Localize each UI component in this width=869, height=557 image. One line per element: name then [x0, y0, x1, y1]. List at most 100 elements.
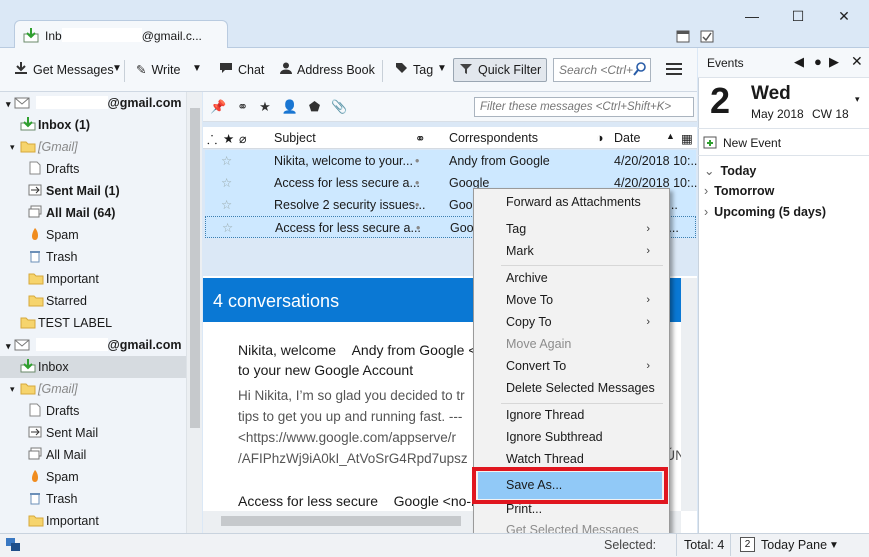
junk-column-icon[interactable]: ◑ — [596, 131, 604, 145]
menu-item-ignore-thread[interactable]: Ignore Thread — [478, 407, 662, 427]
read-status-icon[interactable]: • — [416, 217, 420, 239]
folder-item[interactable]: Trash — [0, 246, 186, 268]
conv1-subject[interactable]: Nikita, welcome Andy from Google < — [238, 342, 477, 358]
read-status-icon[interactable]: • — [415, 172, 419, 194]
folder-item[interactable]: Important — [0, 268, 186, 290]
search-placeholder: Search <Ctrl+ — [559, 63, 634, 77]
online-status-icon[interactable] — [5, 537, 21, 556]
folder-icon — [28, 468, 46, 490]
thread-column-icon[interactable]: ⸫ — [207, 131, 217, 148]
account-icon — [14, 338, 32, 352]
expand-icon[interactable]: ▾ — [10, 378, 15, 400]
correspondents-column[interactable]: Correspondents — [449, 131, 538, 145]
date-column[interactable]: Date — [614, 131, 640, 145]
folder-label: All Mail (64) — [46, 206, 116, 220]
search-input[interactable]: Search <Ctrl+ — [553, 58, 651, 82]
menu-item-label: Convert To — [506, 359, 567, 373]
tasks-tab-icon[interactable] — [700, 29, 714, 46]
menu-item-tag[interactable]: Tag › — [478, 221, 662, 241]
filter-messages-input[interactable]: Filter these messages <Ctrl+Shift+K> — [474, 97, 694, 117]
folder-item[interactable]: Spam — [0, 224, 186, 246]
minimize-button[interactable]: — — [740, 8, 764, 28]
close-pane-icon[interactable]: ✕ — [851, 53, 863, 70]
folder-item[interactable]: [Gmail] ▾ — [0, 136, 186, 158]
folder-item[interactable]: Spam — [0, 466, 186, 488]
folder-scrollbar[interactable] — [186, 92, 202, 533]
attachment-column-icon[interactable]: ⌀ — [239, 131, 247, 146]
expand-icon[interactable]: ▾ — [10, 136, 15, 158]
next-day-icon[interactable]: ▶ — [829, 54, 839, 70]
star-icon[interactable]: ☆ — [221, 150, 232, 172]
folder-item[interactable]: Starred — [0, 290, 186, 312]
column-picker-icon[interactable]: ▦ — [681, 131, 693, 146]
menu-item-mark[interactable]: Mark › — [478, 243, 662, 263]
get-messages-button[interactable]: Get Messages — [10, 59, 118, 81]
today-pane-dropdown-icon[interactable]: ▼ — [829, 540, 839, 551]
folder-item[interactable]: Important — [0, 510, 186, 532]
message-row[interactable]: ☆ Nikita, welcome to your... • Andy from Go… — [205, 150, 701, 172]
folder-item[interactable]: All Mail (64) — [0, 202, 186, 224]
folder-item[interactable]: TEST LABEL — [0, 312, 186, 334]
close-window-button[interactable]: ✕ — [832, 8, 856, 28]
chat-button[interactable]: Chat — [215, 59, 268, 81]
star-column-icon[interactable]: ★ — [223, 131, 234, 146]
agenda-section[interactable]: ⌄ Today — [704, 163, 756, 178]
folder-item[interactable]: Sent Mail — [0, 422, 186, 444]
menu-item-delete-selected-messages[interactable]: Delete Selected Messages — [478, 380, 662, 400]
tag-dropdown-icon[interactable]: ▼ — [437, 63, 447, 74]
folder-item[interactable]: [Gmail] ▾ — [0, 378, 186, 400]
account-row[interactable]: ▾ @gmail.com — [0, 334, 186, 356]
write-button[interactable]: ✎ Write — [132, 59, 184, 81]
conv2-subject[interactable]: Access for less secure Google <no-r — [238, 493, 476, 509]
new-event-button[interactable]: New Event — [698, 128, 869, 156]
message-from: Andy from Google — [449, 154, 550, 168]
star-icon[interactable]: ☆ — [222, 217, 233, 239]
folder-item[interactable]: All Mail — [0, 444, 186, 466]
menu-item-move-to[interactable]: Move To › — [478, 292, 662, 312]
calendar-tab-icon[interactable] — [676, 29, 690, 46]
filter-toggle-icons[interactable]: 📌⚭★👤⬟📎 — [210, 99, 358, 115]
read-status-icon[interactable]: • — [415, 194, 419, 216]
menu-item-convert-to[interactable]: Convert To › — [478, 358, 662, 378]
read-status-icon[interactable]: • — [415, 150, 419, 172]
get-messages-dropdown-icon[interactable]: ▼ — [112, 63, 122, 74]
quick-filter-button[interactable]: Quick Filter — [453, 58, 547, 82]
agenda-section[interactable]: › Upcoming (5 days) — [704, 205, 826, 219]
account-row[interactable]: ▾ @gmail.com — [0, 92, 186, 114]
today-pane-toggle[interactable]: Today Pane — [761, 538, 827, 552]
date-dropdown-icon[interactable]: ▾ — [855, 94, 860, 105]
star-icon[interactable]: ☆ — [221, 194, 232, 216]
day-number: 2 — [710, 80, 731, 121]
agenda-section-label: Today — [720, 164, 757, 178]
star-icon[interactable]: ☆ — [221, 172, 232, 194]
write-dropdown-icon[interactable]: ▼ — [192, 63, 202, 74]
subject-column[interactable]: Subject — [274, 131, 316, 145]
folder-item[interactable]: Drafts — [0, 400, 186, 422]
menu-item-move-again[interactable]: Move Again — [478, 336, 662, 356]
expand-icon: › — [704, 205, 709, 219]
folder-item[interactable]: Inbox — [0, 356, 186, 378]
preview-scrollbar[interactable] — [681, 278, 697, 511]
message-date: 4/20/2018 10:... — [614, 154, 701, 168]
menu-item-print[interactable]: Print... — [478, 501, 662, 521]
read-column-icon[interactable]: ⚭ — [415, 131, 425, 146]
menu-item-archive[interactable]: Archive — [478, 270, 662, 290]
address-book-button[interactable]: Address Book — [276, 59, 379, 81]
folder-item[interactable]: Drafts — [0, 158, 186, 180]
menu-item-ignore-subthread[interactable]: Ignore Subthread — [478, 429, 662, 449]
maximize-button[interactable]: ☐ — [786, 8, 810, 28]
folder-item[interactable]: Inbox (1) — [0, 114, 186, 136]
tag-button[interactable]: Tag — [391, 59, 437, 81]
menu-item-forward-as-attachments[interactable]: Forward as Attachments — [478, 194, 662, 214]
toolbar-divider — [382, 60, 383, 82]
calendar-week: CW 18 — [812, 107, 849, 121]
menu-hamburger-icon[interactable] — [666, 62, 682, 79]
folder-label: Drafts — [46, 162, 80, 176]
folder-item[interactable]: Sent Mail (1) — [0, 180, 186, 202]
folder-item[interactable]: Trash — [0, 488, 186, 510]
agenda-section[interactable]: › Tomorrow — [704, 184, 774, 198]
today-dot-icon[interactable]: ● — [814, 54, 822, 69]
menu-item-copy-to[interactable]: Copy To › — [478, 314, 662, 334]
prev-day-icon[interactable]: ◀ — [794, 54, 804, 70]
tab-inbox[interactable]: Inb @gmail.c... — [14, 20, 228, 50]
